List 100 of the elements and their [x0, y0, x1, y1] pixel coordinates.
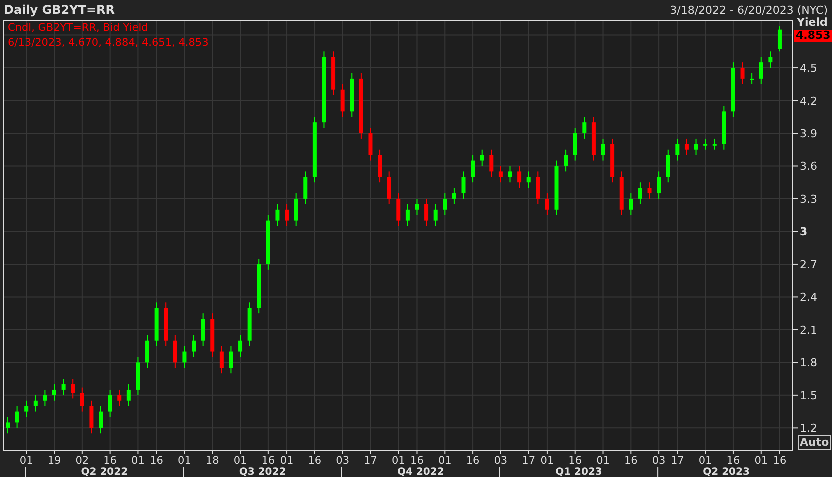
- candle: [52, 384, 56, 402]
- candle: [443, 193, 448, 216]
- candle: [573, 128, 578, 162]
- candle: [684, 138, 689, 156]
- x-tick-label: 03: [494, 455, 508, 467]
- candle: [229, 346, 234, 374]
- candle: [536, 171, 540, 205]
- x-tick-label: 16: [104, 455, 117, 467]
- quarter-label: Q4 2022: [398, 467, 444, 477]
- candle: [657, 171, 662, 200]
- candle: [294, 193, 298, 227]
- x-tick-label: 01: [178, 455, 192, 467]
- candle: [182, 346, 187, 369]
- candle: [759, 56, 764, 85]
- candle: [136, 356, 140, 396]
- candle: [554, 160, 559, 216]
- quarter-label: Q2 2023: [703, 467, 750, 477]
- x-tick-label: 01: [20, 455, 34, 467]
- x-tick-label: 01: [596, 455, 610, 467]
- candle: [220, 346, 224, 374]
- candle: [471, 154, 476, 184]
- candle: [666, 149, 670, 184]
- quarter-label: Q2 2022: [81, 467, 128, 477]
- candle: [731, 62, 736, 118]
- x-tick-label: 01: [234, 455, 248, 467]
- candle: [80, 387, 84, 412]
- candle: [704, 138, 708, 150]
- candle: [526, 171, 531, 189]
- x-tick-label: 02: [76, 455, 90, 467]
- candle: [108, 389, 112, 418]
- x-tick-label: 17: [670, 455, 684, 467]
- candle: [610, 138, 615, 184]
- candle: [332, 51, 336, 96]
- candle: [266, 214, 270, 270]
- candle: [368, 128, 373, 162]
- candle: [99, 406, 103, 434]
- date-range: 3/18/2022 - 6/20/2023 (NYC): [670, 4, 828, 16]
- x-tick-label: 19: [48, 455, 62, 467]
- candle: [676, 138, 680, 162]
- candle: [248, 302, 252, 347]
- candle: [694, 138, 698, 156]
- candle: [462, 171, 466, 200]
- candle: [778, 26, 782, 52]
- candle: [480, 149, 484, 167]
- candle: [638, 182, 642, 205]
- y-tick-label: 1.5: [800, 389, 818, 402]
- auto-button[interactable]: Auto: [798, 435, 832, 450]
- candle: [592, 116, 596, 162]
- x-tick-label: 16: [410, 455, 424, 467]
- x-tick-label: 16: [624, 455, 638, 467]
- candle: [434, 204, 438, 227]
- x-tick-label: 16: [568, 455, 582, 467]
- candle: [712, 138, 717, 150]
- candle: [387, 171, 392, 205]
- candle: [118, 389, 122, 407]
- candle: [740, 62, 745, 85]
- candle: [257, 258, 262, 314]
- y-tick-label: 3.9: [800, 128, 818, 140]
- candle: [452, 188, 456, 205]
- x-tick-label: 01: [540, 455, 554, 467]
- candle: [601, 138, 606, 162]
- candle: [210, 313, 215, 358]
- x-tick-label: 17: [522, 455, 536, 467]
- candle: [722, 106, 726, 150]
- x-tick-label: 17: [364, 455, 378, 467]
- candle: [90, 400, 94, 434]
- candle: [518, 166, 522, 189]
- chart-title: Daily GB2YT=RR: [4, 3, 116, 17]
- candle: [6, 416, 10, 434]
- quarter-label: Q1 2023: [556, 467, 602, 477]
- legend-text: 6/13/2023, 4.670, 4.884, 4.651, 4.853: [8, 36, 209, 51]
- candle: [490, 149, 494, 178]
- candle: [71, 378, 76, 400]
- candle: [173, 334, 178, 369]
- axis-title: Yield: [797, 16, 828, 29]
- candle: [768, 51, 773, 69]
- legend-text: Cndl, GB2YT=RR, Bid Yield: [8, 21, 150, 36]
- candle: [146, 334, 150, 369]
- candle: [545, 193, 550, 216]
- y-tick-label: 4.2: [800, 94, 818, 108]
- candle: [34, 394, 38, 412]
- y-tick-label: 1.8: [800, 356, 818, 370]
- x-tick-label: 01: [392, 455, 406, 467]
- candle: [238, 334, 243, 358]
- candle: [304, 171, 308, 205]
- candle: [378, 149, 382, 184]
- candle: [629, 193, 634, 216]
- candle: [350, 72, 354, 118]
- x-tick-label: 18: [206, 455, 220, 467]
- candle: [508, 166, 512, 184]
- x-tick-label: 01: [698, 455, 712, 467]
- candle: [340, 84, 345, 118]
- candle: [359, 72, 364, 140]
- last-value-badge: 4.853: [794, 30, 832, 42]
- candle: [126, 384, 131, 407]
- x-tick-label: 16: [262, 455, 276, 467]
- candle: [201, 313, 206, 347]
- y-tick-label: 2.7: [800, 258, 818, 272]
- candle: [396, 193, 401, 227]
- candle: [24, 400, 29, 418]
